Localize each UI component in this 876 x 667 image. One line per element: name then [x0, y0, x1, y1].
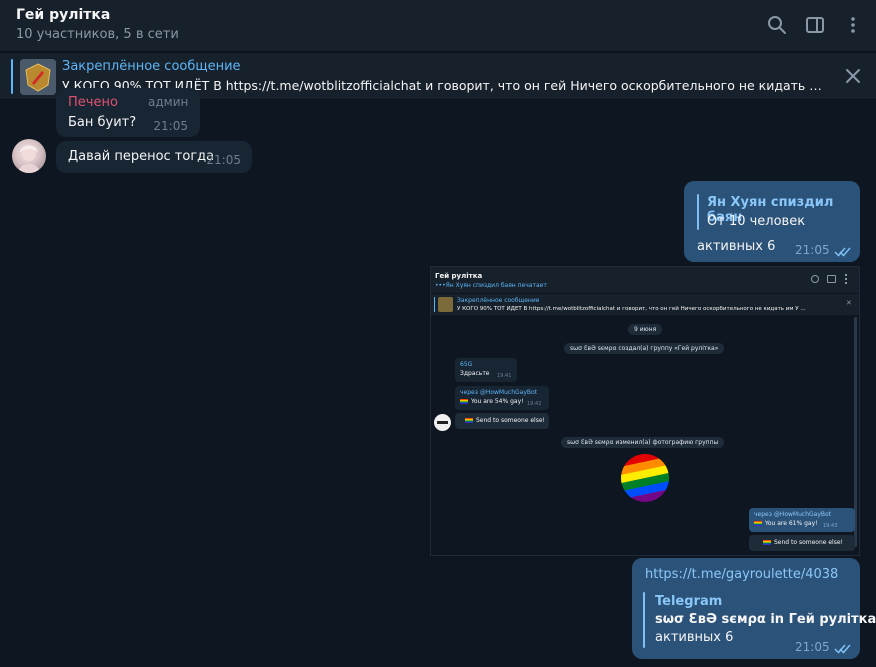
embedded-pin-label: Закреплённое сообщение — [457, 297, 540, 304]
message-text: активных 6 — [697, 239, 776, 254]
sender-name: 65G — [460, 361, 473, 368]
message-text: Здрасьте — [460, 370, 490, 377]
message-time: 21:05 — [795, 640, 830, 654]
telegram-window: Гей рулітка 10 участников, 5 в сети Закр… — [0, 0, 876, 667]
chat-header: Гей рулітка 10 участников, 5 в сети — [0, 0, 876, 52]
service-message: ѕωσ ƐвƏ ѕємρα создал(а) группу «Гей рулі… — [564, 343, 725, 354]
more-vertical-icon[interactable] — [842, 14, 864, 36]
group-photo — [621, 454, 669, 502]
sender-name[interactable]: Печено — [68, 95, 118, 110]
reply-accent-line — [697, 194, 699, 230]
embedded-message-outgoing: через @HowMuchGayBot You are 61% gay! 19… — [749, 508, 855, 532]
preview-title[interactable]: ѕωσ ƐвƏ ѕємρα in Гей рулітка — [655, 612, 876, 627]
embedded-message: 65G Здрасьте 19:41 — [455, 358, 517, 382]
message-time: 21:05 — [153, 119, 188, 133]
inline-button: Send to someone else! — [455, 413, 549, 429]
embedded-pin-text: У КОГО 90% ТОТ ИДЁТ В https://t.me/wotbl… — [457, 306, 806, 312]
message-text: Давай перенос тогда — [68, 149, 215, 164]
search-icon[interactable] — [766, 14, 788, 36]
rainbow-flag-icon — [465, 418, 473, 423]
rainbow-flag-icon — [460, 399, 468, 404]
via-bot: через @HowMuchGayBot — [460, 389, 538, 396]
message-bubble-incoming[interactable]: Печено админ Бан буит? 21:05 — [56, 88, 200, 137]
pinned-accent-line — [434, 297, 435, 312]
chat-subtitle: 10 участников, 5 в сети — [16, 27, 179, 42]
date-separator: 9 июня — [628, 324, 663, 335]
chat-title[interactable]: Гей рулітка — [16, 7, 110, 23]
reply-text: От 10 человек — [707, 214, 806, 229]
inline-button: Send to someone else! — [749, 535, 855, 551]
message-time: 19:41 — [497, 373, 512, 379]
message-link[interactable]: https://t.me/gayroulette/4038 — [645, 567, 838, 582]
preview-accent-line — [643, 592, 645, 648]
admin-badge: админ — [148, 95, 189, 109]
embedded-message: через @HowMuchGayBot You are 54% gay! 19… — [455, 386, 549, 410]
message-time: 19:42 — [527, 401, 542, 407]
double-check-icon — [834, 640, 852, 659]
message-time: 21:05 — [206, 153, 241, 167]
via-bot: через @HowMuchGayBot — [754, 511, 832, 518]
service-message: ѕωσ ƐвƏ ѕємρα изменил(а) фотографию груп… — [561, 437, 725, 448]
message-text: Бан буит? — [68, 115, 137, 130]
embedded-header: Гей рулітка •••Ян Хуян спиздил баян печа… — [431, 267, 859, 293]
button-label: Send to someone else! — [774, 539, 843, 546]
preview-description: активных 6 — [655, 630, 734, 645]
pinned-thumbnail — [20, 59, 56, 95]
embedded-typing: •••Ян Хуян спиздил баян печатает — [435, 282, 547, 289]
embedded-pinned: Закреплённое сообщение У КОГО 90% ТОТ ИД… — [431, 294, 859, 315]
more-vertical-icon — [845, 274, 847, 284]
message-bubble-outgoing[interactable]: Ян Хуян спиздил баян От 10 человек актив… — [684, 181, 860, 262]
embedded-title: Гей рулітка — [435, 272, 483, 280]
message-time: 21:05 — [795, 243, 830, 257]
pinned-thumbnail — [438, 297, 453, 312]
sidebar-toggle-icon — [827, 275, 836, 283]
message-bubble-incoming[interactable]: Давай перенос тогда 21:05 — [56, 141, 252, 173]
avatar[interactable] — [12, 139, 46, 173]
rainbow-flag-icon — [763, 540, 771, 545]
double-check-icon — [834, 243, 852, 262]
button-label: Send to someone else! — [476, 417, 545, 424]
message-text: You are 61% gay! — [765, 520, 818, 527]
sidebar-toggle-icon[interactable] — [804, 14, 826, 36]
close-icon: ✕ — [846, 299, 852, 307]
message-text: You are 54% gay! — [471, 398, 524, 405]
rainbow-flag-icon — [754, 521, 762, 526]
close-icon[interactable] — [844, 67, 862, 85]
message-time: 19:43 — [823, 523, 838, 529]
preview-site-name: Telegram — [655, 594, 723, 609]
message-bubble-outgoing[interactable]: https://t.me/gayroulette/4038 Telegram ѕ… — [632, 558, 876, 659]
avatar — [434, 414, 451, 431]
pinned-accent-line — [11, 59, 13, 94]
screenshot-image[interactable]: Гей рулітка •••Ян Хуян спиздил баян печа… — [430, 266, 860, 556]
pinned-label: Закреплённое сообщение — [62, 59, 241, 74]
search-icon — [811, 275, 819, 283]
